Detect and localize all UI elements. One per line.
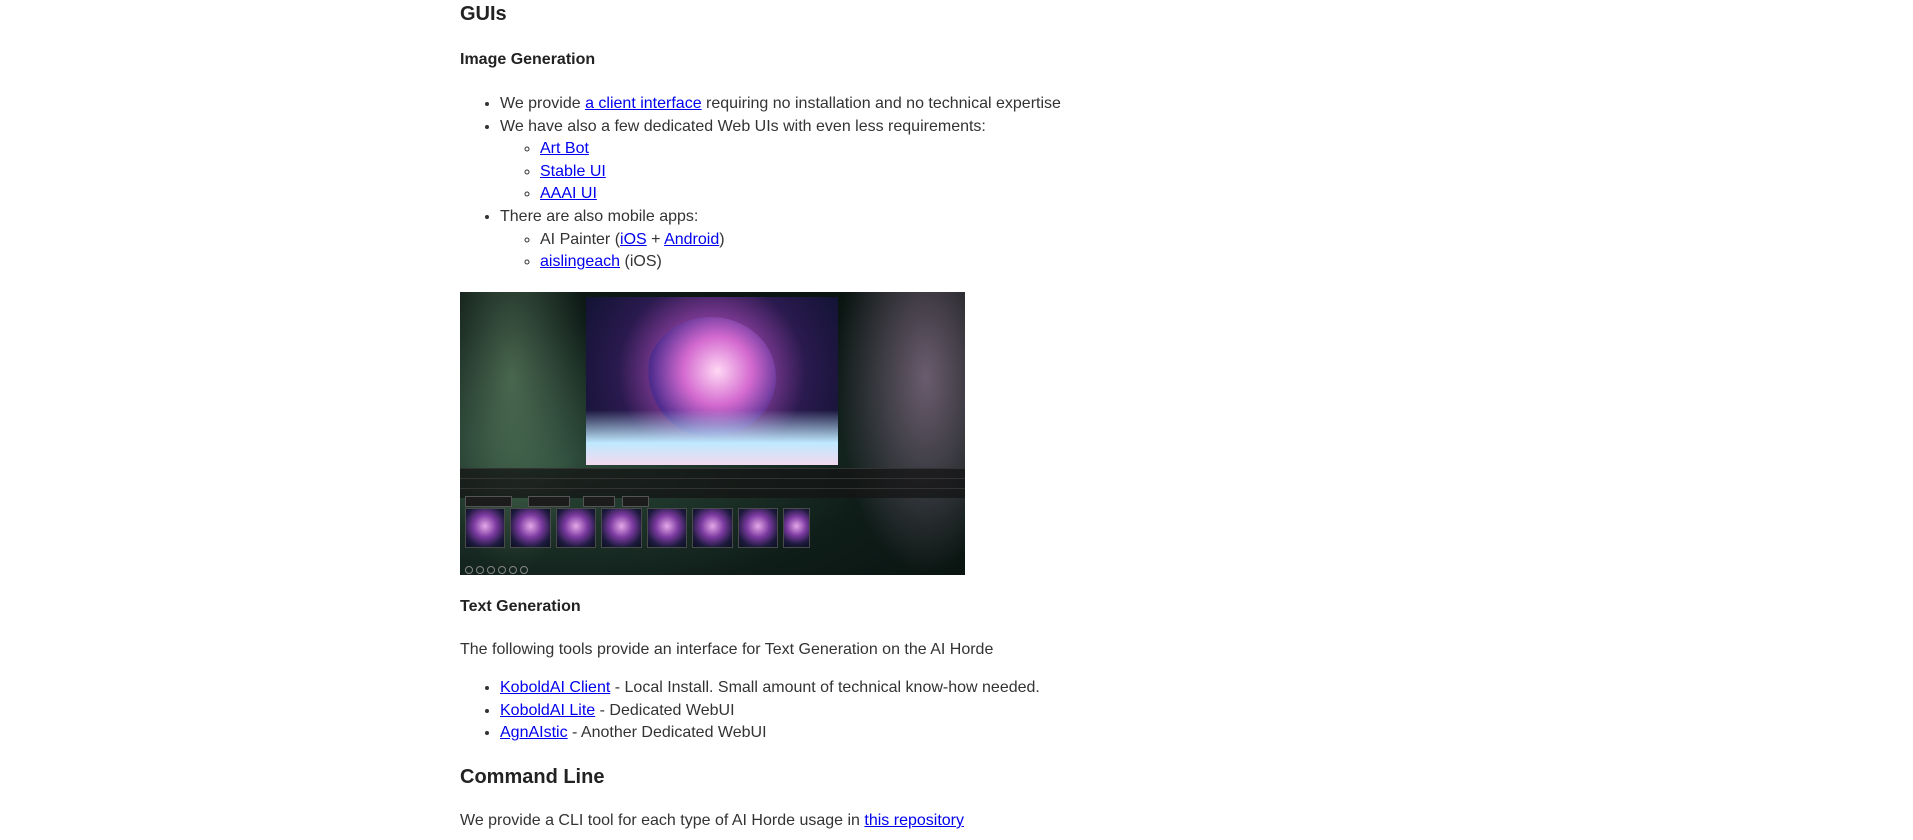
list-item-koboldai-client: KoboldAI Client - Local Install. Small a… [500,677,1040,700]
list-item-agnaistic: AgnAIstic - Another Dedicated WebUI [500,722,1040,745]
list-item-web-uis: We have also a few dedicated Web UIs wit… [500,116,1061,206]
heading-text-generation: Text Generation [460,598,581,615]
image-generation-list: We provide a client interface requiring … [460,93,1061,274]
koboldai-client-link[interactable]: KoboldAI Client [500,679,610,696]
heading-image-generation: Image Generation [460,51,596,68]
list-item-aislingeach: aislingeach (iOS) [540,251,1061,274]
aaai-ui-link[interactable]: AAAI UI [540,185,597,202]
thumbnail [692,508,733,548]
list-item: AAAI UI [540,183,1061,206]
heading-command-line: Command Line [460,766,605,788]
thumbnail [646,508,688,548]
screenshot-toolbar [465,561,585,574]
thumbnail [510,508,551,548]
mobile-apps-sublist: AI Painter (iOS + Android) aislingeach (… [500,229,1061,274]
thumbnail [465,508,506,548]
aislingeach-link[interactable]: aislingeach [540,253,620,270]
list-item-mobile-apps: There are also mobile apps: AI Painter (… [500,206,1061,274]
heading-guis: GUIs [460,3,507,25]
thumbnail-strip [465,508,810,548]
ai-painter-android-link[interactable]: Android [664,231,719,248]
generated-image-preview [586,297,838,465]
list-item-client-interface: We provide a client interface requiring … [500,93,1061,116]
list-item-koboldai-lite: KoboldAI Lite - Dedicated WebUI [500,700,1040,723]
text-generation-list: KoboldAI Client - Local Install. Small a… [460,677,1040,745]
list-item: Art Bot [540,138,1061,161]
client-interface-screenshot [460,292,965,575]
thumbnail [783,508,810,548]
web-uis-sublist: Art Bot Stable UI AAAI UI [500,138,1061,206]
thumbnail [737,508,779,548]
ai-painter-ios-link[interactable]: iOS [620,231,647,248]
list-item-ai-painter: AI Painter (iOS + Android) [540,229,1061,252]
stable-ui-link[interactable]: Stable UI [540,163,606,180]
repository-link[interactable]: this repository [864,812,964,829]
agnaistic-link[interactable]: AgnAIstic [500,724,568,741]
art-bot-link[interactable]: Art Bot [540,140,589,157]
thumbnail [601,508,642,548]
client-interface-link[interactable]: a client interface [585,95,702,112]
list-item: Stable UI [540,161,1061,184]
text-generation-intro: The following tools provide an interface… [460,641,994,658]
command-line-text: We provide a CLI tool for each type of A… [460,812,964,829]
koboldai-lite-link[interactable]: KoboldAI Lite [500,702,595,719]
thumbnail [555,508,597,548]
